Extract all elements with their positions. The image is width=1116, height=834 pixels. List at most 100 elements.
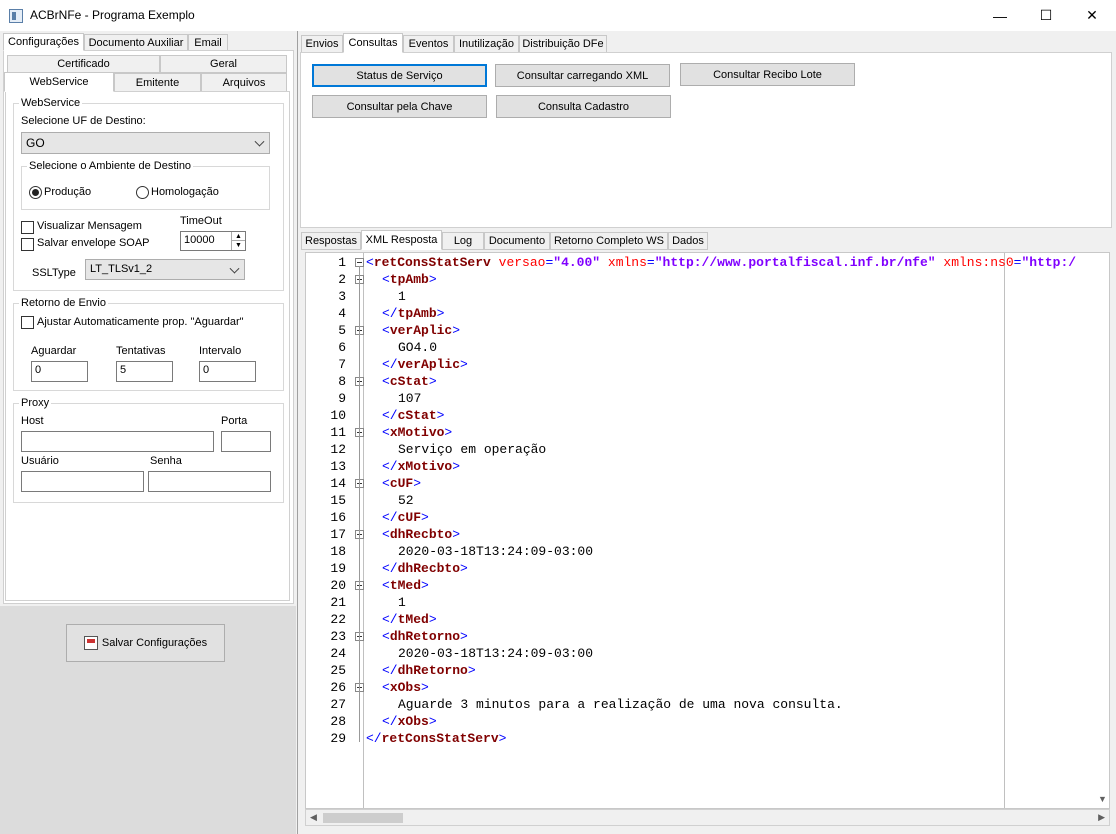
code-line: 9 107 <box>306 390 1109 407</box>
homologacao-radio[interactable] <box>136 186 149 199</box>
minimize-button[interactable]: — <box>977 0 1023 31</box>
splitter[interactable] <box>297 31 298 834</box>
status-servico-button[interactable]: Status de Serviço <box>312 64 487 87</box>
aguardar-input[interactable]: 0 <box>31 361 88 382</box>
consultar-recibo-lote-button[interactable]: Consultar Recibo Lote <box>680 63 855 86</box>
code-line: 15 52 <box>306 492 1109 509</box>
line-number: 17 <box>330 527 346 542</box>
line-number: 18 <box>330 544 346 559</box>
ajustar-checkbox[interactable] <box>21 316 34 329</box>
root-tag: retConsStatServ <box>381 731 499 746</box>
uf-select[interactable]: GO <box>21 132 270 154</box>
salvar-envelope-checkbox[interactable] <box>21 238 34 251</box>
horizontal-scrollbar[interactable]: ◀ ▶ <box>305 809 1110 826</box>
tab-respostas[interactable]: Respostas <box>301 232 361 250</box>
ssltype-select[interactable]: LT_TLSv1_2 <box>85 259 245 280</box>
element-value: Serviço em operação <box>398 442 547 457</box>
timeout-value: 10000 <box>184 234 215 246</box>
element-tag: xObs <box>389 680 422 695</box>
xml-editor[interactable]: 1 <retConsStatServ versao="4.00" xmlns="h… <box>305 252 1110 809</box>
consultar-carregando-xml-button[interactable]: Consultar carregando XML <box>495 64 670 87</box>
timeout-spin[interactable]: 10000 ▲ ▼ <box>180 231 246 251</box>
code-line: 20 <tMed> <box>306 577 1109 594</box>
tab-documento-auxiliar[interactable]: Documento Auxiliar <box>84 34 188 51</box>
tab-emitente[interactable]: Emitente <box>114 73 201 92</box>
ambiente-group-title: Selecione o Ambiente de Destino <box>27 160 194 172</box>
attr-name: xmlns:ns0 <box>943 255 1014 270</box>
code-token: > <box>452 527 461 542</box>
host-input[interactable] <box>21 431 214 452</box>
tab-xml-resposta[interactable]: XML Resposta <box>361 230 442 250</box>
line-number: 8 <box>338 374 346 389</box>
tab-eventos[interactable]: Eventos <box>403 35 454 53</box>
code-token: > <box>467 663 476 678</box>
code-token: > <box>460 357 468 372</box>
spin-up-icon[interactable]: ▲ <box>231 232 245 241</box>
scrollbar-thumb[interactable] <box>323 813 403 823</box>
intervalo-input[interactable]: 0 <box>199 361 256 382</box>
tab-log[interactable]: Log <box>442 232 484 250</box>
code-line: 2 <tpAmb> <box>306 271 1109 288</box>
host-label: Host <box>21 415 44 427</box>
tab-dados[interactable]: Dados <box>668 232 708 250</box>
tab-email[interactable]: Email <box>188 34 228 51</box>
close-button[interactable]: ✕ <box>1069 0 1115 31</box>
tab-arquivos[interactable]: Arquivos <box>201 73 287 92</box>
code-token: < <box>382 425 390 440</box>
code-token: > <box>413 476 422 491</box>
code-line: 10 </cStat> <box>306 407 1109 424</box>
tab-inutilizacao[interactable]: Inutilização <box>454 35 519 53</box>
consultar-pela-chave-button[interactable]: Consultar pela Chave <box>312 95 487 118</box>
aguardar-label: Aguardar <box>31 345 77 357</box>
code-line: 28 </xObs> <box>306 713 1109 730</box>
line-number: 25 <box>330 663 346 678</box>
line-number: 2 <box>338 272 346 287</box>
code-token: > <box>421 510 429 525</box>
salvar-envelope-label: Salvar envelope SOAP <box>37 237 150 249</box>
element-value: 1 <box>398 595 406 610</box>
senha-input[interactable] <box>148 471 271 492</box>
tab-consultas[interactable]: Consultas <box>343 33 403 53</box>
code-token: < <box>382 272 390 287</box>
tab-retorno-completo-ws[interactable]: Retorno Completo WS <box>550 232 668 250</box>
tab-configuracoes[interactable]: Configurações <box>3 33 84 51</box>
porta-input[interactable] <box>221 431 271 452</box>
element-tag: dhRecbto <box>397 561 461 576</box>
code-token: </ <box>382 561 398 576</box>
code-token: > <box>428 714 437 729</box>
spin-down-icon[interactable]: ▼ <box>231 241 245 250</box>
tab-geral[interactable]: Geral <box>160 55 287 73</box>
attr-name: versao <box>498 255 546 270</box>
element-value: GO4.0 <box>398 340 438 355</box>
tab-distribuicao-dfe[interactable]: Distribuição DFe <box>519 35 607 53</box>
uf-label: Selecione UF de Destino: <box>21 115 146 127</box>
ajustar-label: Ajustar Automaticamente prop. "Aguardar" <box>37 316 244 328</box>
scroll-down-icon[interactable]: ▼ <box>1095 790 1110 809</box>
ssltype-value: LT_TLSv1_2 <box>90 263 153 275</box>
proxy-group-title: Proxy <box>19 397 52 409</box>
tab-envios[interactable]: Envios <box>301 35 343 53</box>
tab-webservice[interactable]: WebService <box>4 72 114 92</box>
maximize-button[interactable]: ☐ <box>1023 0 1069 31</box>
scroll-left-icon[interactable]: ◀ <box>310 812 317 823</box>
tentativas-input[interactable]: 5 <box>116 361 173 382</box>
element-tag: xMotivo <box>397 459 453 474</box>
element-tag: verAplic <box>389 323 453 338</box>
salvar-configuracoes-label: Salvar Configurações <box>101 637 208 649</box>
visualizar-checkbox[interactable] <box>21 221 34 234</box>
consulta-cadastro-button[interactable]: Consulta Cadastro <box>496 95 671 118</box>
code-token: < <box>382 323 390 338</box>
code-token: > <box>436 408 445 423</box>
code-line: 29 </retConsStatServ> <box>306 730 1109 747</box>
line-number: 22 <box>330 612 346 627</box>
tab-certificado[interactable]: Certificado <box>7 55 160 73</box>
code-line: 5 <verAplic> <box>306 322 1109 339</box>
element-tag: dhRetorno <box>397 663 468 678</box>
tentativas-label: Tentativas <box>116 345 166 357</box>
salvar-configuracoes-button[interactable]: Salvar Configurações <box>66 624 225 662</box>
scroll-right-icon[interactable]: ▶ <box>1098 812 1105 823</box>
usuario-input[interactable] <box>21 471 144 492</box>
producao-radio[interactable] <box>29 186 42 199</box>
tab-documento[interactable]: Documento <box>484 232 550 250</box>
